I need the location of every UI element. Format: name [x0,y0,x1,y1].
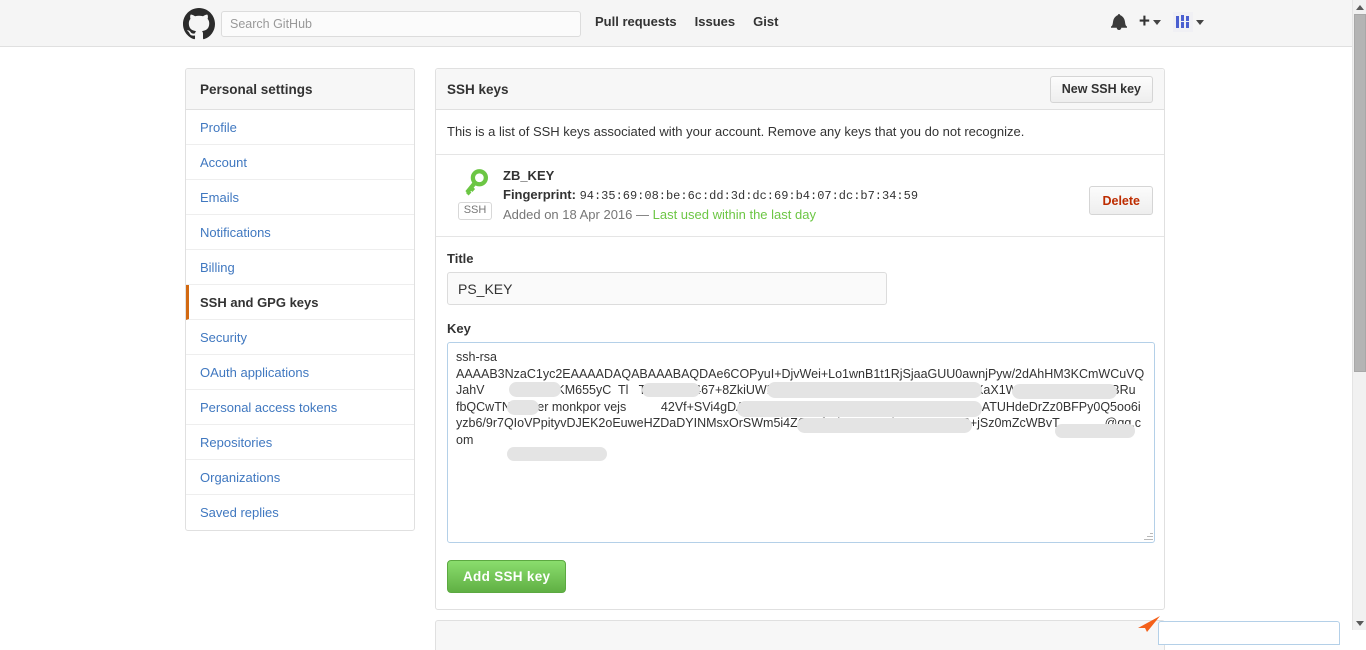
sidebar-item-repositories[interactable]: Repositories [186,425,414,460]
add-ssh-key-button[interactable]: Add SSH key [447,560,567,593]
chevron-down-icon [1153,19,1161,25]
scroll-up-button[interactable] [1353,0,1366,14]
key-added-row: Added on 18 Apr 2016 — Last used within … [503,207,1089,222]
ssh-key-list-item: SSH ZB_KEY Fingerprint: 94:35:69:08:be:6… [436,155,1164,237]
sidebar-item-oauth-applications[interactable]: OAuth applications [186,355,414,390]
ssh-key-textarea-wrapper [447,342,1155,543]
user-menu[interactable] [1173,12,1204,32]
scrollbar-thumb[interactable] [1354,14,1366,372]
avatar [1173,12,1193,32]
key-field-label: Key [447,321,471,336]
header-nav: Pull requests Issues Gist [595,14,778,29]
key-details: ZB_KEY Fingerprint: 94:35:69:08:be:6c:dd… [503,167,1089,222]
ssh-keys-main: SSH keys New SSH key This is a list of S… [435,68,1165,610]
header-actions: + [1110,11,1204,32]
fingerprint-label: Fingerprint: [503,187,576,202]
sidebar-item-notifications[interactable]: Notifications [186,215,414,250]
added-on-text: Added on 18 Apr 2016 — [503,207,653,222]
key-icon [460,169,490,199]
bell-icon[interactable] [1110,12,1127,32]
scroll-down-button[interactable] [1353,616,1366,630]
key-type-badge: SSH [457,202,493,220]
create-new-menu[interactable]: + [1138,11,1161,32]
key-icon-column: SSH [447,167,503,220]
ssh-key-input[interactable] [447,342,1155,543]
personal-settings-sidebar: Personal settings Profile Account Emails… [185,68,415,531]
delete-key-button[interactable]: Delete [1089,186,1153,215]
nav-item-pull-requests[interactable]: Pull requests [595,14,677,29]
page-title: SSH keys [447,81,509,97]
nav-item-gist[interactable]: Gist [753,14,778,29]
sidebar-item-security[interactable]: Security [186,320,414,355]
fingerprint-value: 94:35:69:08:be:6c:dd:3d:dc:69:b4:07:dc:b… [579,189,919,203]
vertical-scrollbar[interactable] [1352,0,1366,630]
add-ssh-key-form: Title Key Add SSH key [436,237,1164,609]
search-input[interactable] [221,11,581,37]
ssh-keys-panel: SSH keys New SSH key This is a list of S… [435,68,1165,610]
key-fingerprint-row: Fingerprint: 94:35:69:08:be:6c:dd:3d:dc:… [503,187,1089,203]
title-field-label: Title [447,251,474,266]
sidebar-item-ssh-and-gpg-keys[interactable]: SSH and GPG keys [186,285,414,320]
ssh-key-title-input[interactable] [447,272,887,305]
sidebar-item-emails[interactable]: Emails [186,180,414,215]
sidebar-item-profile[interactable]: Profile [186,110,414,145]
sidebar-item-personal-access-tokens[interactable]: Personal access tokens [186,390,414,425]
global-header: Pull requests Issues Gist + [0,0,1352,47]
chevron-down-icon [1196,19,1204,25]
last-used-text: Last used within the last day [652,207,816,222]
panel-header: SSH keys New SSH key [436,69,1164,110]
panel-description: This is a list of SSH keys associated wi… [436,110,1164,155]
sidebar-heading: Personal settings [186,69,414,110]
sidebar-item-billing[interactable]: Billing [186,250,414,285]
plus-icon: + [1138,11,1150,32]
sidebar-item-organizations[interactable]: Organizations [186,460,414,495]
github-octocat-logo[interactable] [183,8,216,40]
sidebar-item-account[interactable]: Account [186,145,414,180]
next-panel-partial [435,620,1165,650]
sidebar-item-saved-replies[interactable]: Saved replies [186,495,414,530]
nav-item-issues[interactable]: Issues [695,14,735,29]
key-title: ZB_KEY [503,168,555,183]
partial-input-below-fold[interactable] [1158,621,1340,645]
new-ssh-key-button[interactable]: New SSH key [1049,75,1153,103]
